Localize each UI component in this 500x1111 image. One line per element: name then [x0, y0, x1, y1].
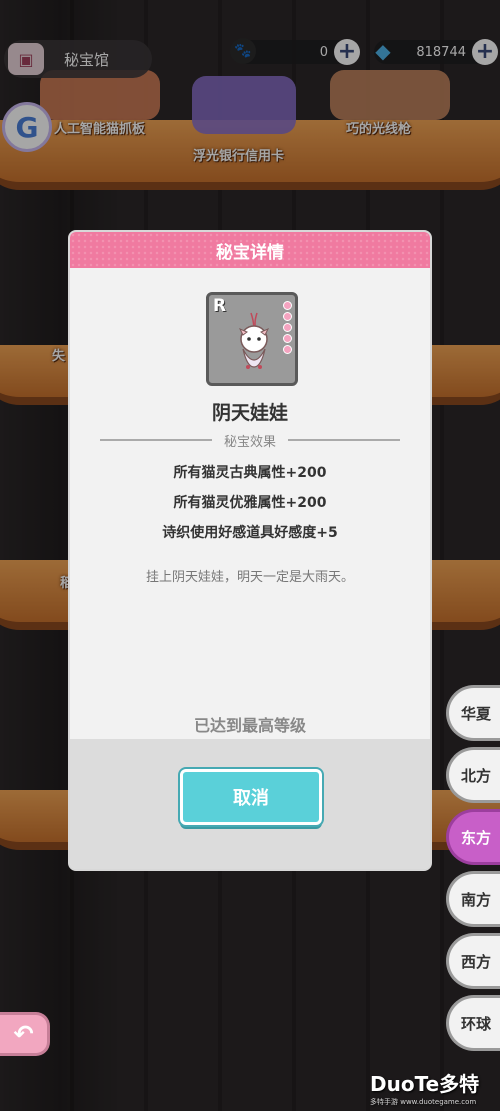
- tab-global[interactable]: 环球: [446, 995, 500, 1051]
- tab-west[interactable]: 西方: [446, 933, 500, 989]
- divider-line-left: [100, 439, 212, 441]
- effect-item: 诗织使用好感道具好感度+5: [162, 525, 338, 541]
- effect-item: 所有猫灵古典属性+200: [173, 465, 327, 481]
- region-tabs: 华夏 北方 东方 南方 西方 环球: [446, 685, 500, 1057]
- treasure-name: 阴天娃娃: [211, 402, 288, 424]
- effect-section-label: 秘宝效果: [224, 434, 277, 450]
- star-icon: [283, 312, 292, 321]
- teru-teru-doll-icon: [238, 312, 270, 369]
- flavor-text: 挂上阴天娃娃，明天一定是大雨天。: [145, 570, 354, 585]
- star-icon: [283, 345, 292, 354]
- dialog-header: 秘宝详情: [70, 232, 430, 268]
- tab-north[interactable]: 北方: [446, 747, 500, 803]
- watermark-sub: 多特手游 www.duotegame.com: [370, 1098, 477, 1106]
- treasure-card: R: [206, 292, 298, 386]
- max-level-status: 已达到最高等级: [193, 716, 306, 735]
- treasure-detail-dialog: 秘宝详情 R 阴天娃娃 秘宝效果 所有猫灵古典属性+200 所有猫灵优雅属性+2…: [68, 230, 432, 871]
- back-arrow-icon: ↶: [13, 1020, 34, 1048]
- watermark-main: DuoTe多特: [370, 1072, 480, 1096]
- dialog-footer: 取消: [70, 739, 430, 869]
- effect-item: 所有猫灵优雅属性+200: [173, 495, 327, 511]
- tab-east[interactable]: 东方: [446, 809, 500, 865]
- star-icon: [283, 334, 292, 343]
- divider-line-right: [288, 439, 401, 441]
- tab-huaxia[interactable]: 华夏: [446, 685, 500, 741]
- back-button[interactable]: ↶: [0, 1012, 50, 1056]
- star-icon: [283, 323, 292, 332]
- effect-divider: 秘宝效果: [100, 430, 401, 450]
- dialog-title: 秘宝详情: [216, 242, 284, 263]
- rank-badge: R: [213, 296, 227, 316]
- star-icon: [283, 301, 292, 310]
- star-rating: [283, 301, 292, 354]
- cancel-button[interactable]: 取消: [180, 769, 322, 825]
- watermark-logo: DuoTe多特 多特手游 www.duotegame.com: [370, 1068, 479, 1107]
- tab-south[interactable]: 南方: [446, 871, 500, 927]
- effect-list: 所有猫灵古典属性+200 所有猫灵优雅属性+200 诗织使用好感道具好感度+5: [70, 462, 430, 552]
